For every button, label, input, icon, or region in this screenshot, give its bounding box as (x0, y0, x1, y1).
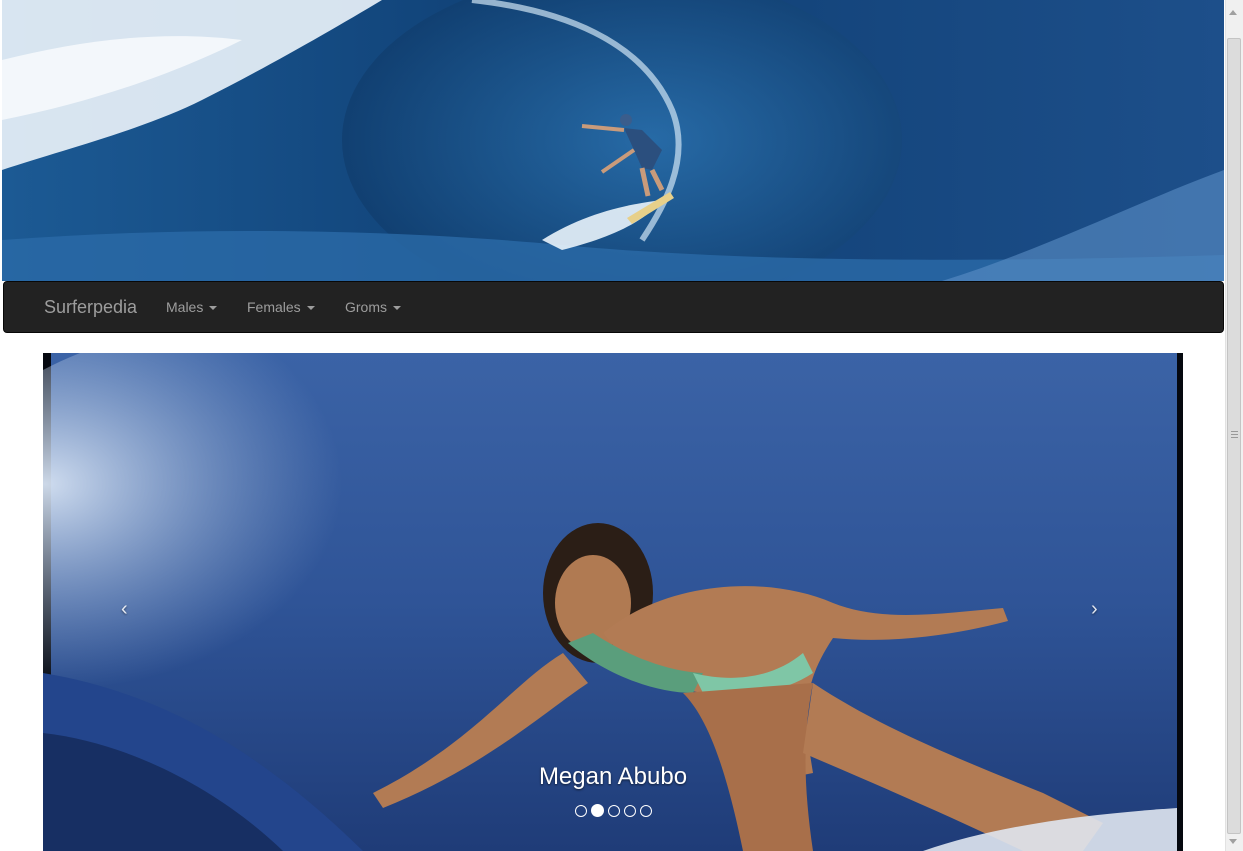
nav-dropdown-males[interactable]: Males (166, 282, 218, 332)
scrollbar-thumb[interactable] (1227, 38, 1241, 834)
nav-dropdown-label: Females (247, 299, 301, 315)
navbar-brand[interactable]: Surferpedia (44, 282, 137, 332)
wave-illustration (2, 0, 1224, 281)
carousel-indicator[interactable] (623, 804, 636, 817)
scroll-up-arrow-icon[interactable] (1229, 10, 1237, 15)
chevron-left-icon: ‹ (121, 598, 128, 620)
carousel-indicators (43, 804, 1183, 817)
nav-dropdown-groms[interactable]: Groms (345, 282, 401, 332)
caret-down-icon (393, 306, 401, 311)
chevron-right-icon: › (1091, 598, 1098, 620)
vertical-scrollbar[interactable] (1225, 0, 1243, 851)
page: Surferpedia Males Females Groms ‹ › Mega… (0, 0, 1243, 851)
carousel-indicator[interactable] (639, 804, 652, 817)
carousel-indicator-active[interactable] (590, 804, 604, 817)
caret-down-icon (306, 306, 315, 311)
carousel: ‹ › Megan Abubo (43, 353, 1183, 851)
scroll-grip-icon (1231, 431, 1238, 438)
carousel-caption: Megan Abubo (538, 763, 688, 790)
navbar: Surferpedia Males Females Groms (3, 281, 1224, 333)
carousel-prev-button[interactable]: ‹ (121, 598, 128, 621)
caret-down-icon (209, 306, 218, 311)
carousel-indicator[interactable] (574, 804, 587, 817)
nav-dropdown-females[interactable]: Females (247, 282, 315, 332)
header-banner-image (2, 0, 1224, 281)
carousel-indicator[interactable] (607, 804, 620, 817)
nav-dropdown-label: Groms (345, 299, 387, 315)
nav-dropdown-label: Males (166, 299, 204, 315)
scroll-down-arrow-icon[interactable] (1229, 839, 1237, 844)
carousel-next-button[interactable]: › (1091, 598, 1098, 621)
